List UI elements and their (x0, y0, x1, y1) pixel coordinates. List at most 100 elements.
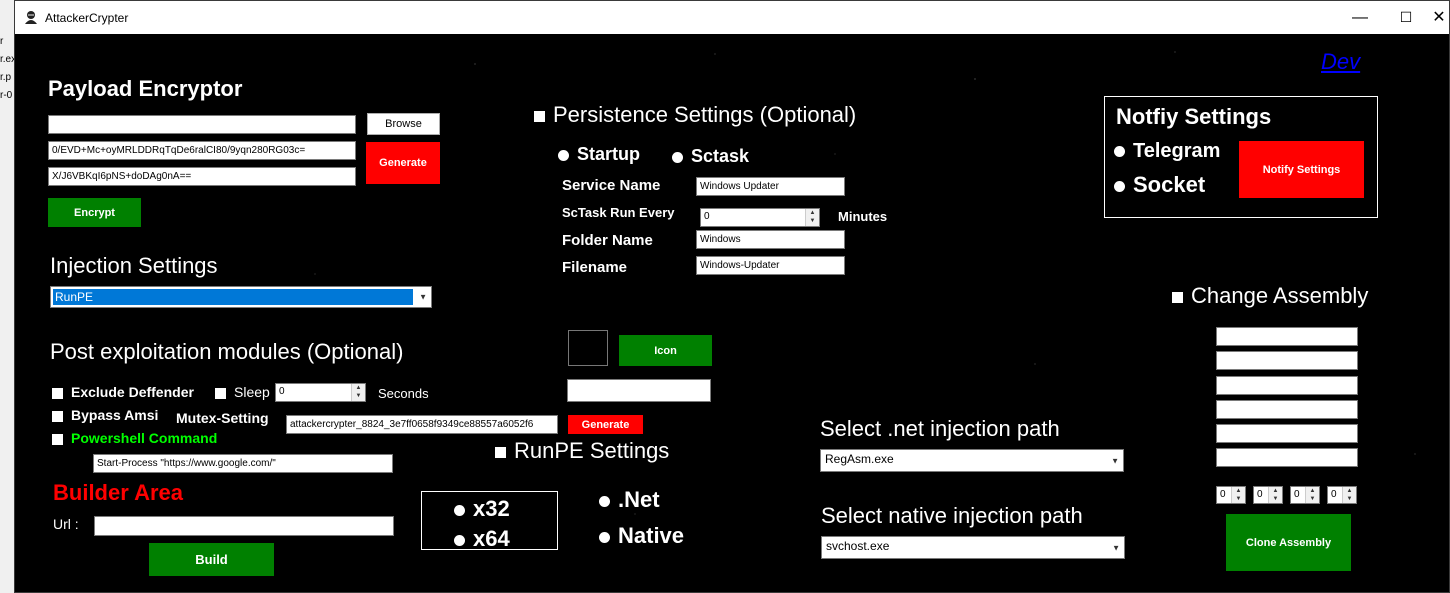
telegram-radio[interactable]: Telegram (1114, 140, 1220, 163)
powershell-checkbox[interactable]: Powershell Command (52, 430, 217, 446)
stepper-arrows-icon[interactable]: ▲ ▼ (351, 384, 365, 401)
persistence-checkbox[interactable]: Persistence Settings (Optional) (534, 102, 856, 128)
native-injection-path-select[interactable]: svchost.exe ▼ (821, 536, 1125, 559)
sleep-label: Sleep (234, 384, 270, 400)
x64-label: x64 (473, 526, 510, 551)
chevron-down-icon[interactable]: ▼ (419, 293, 427, 302)
persistence-heading: Persistence Settings (Optional) (553, 102, 857, 127)
injection-settings-heading: Injection Settings (50, 253, 218, 278)
stepper-arrows-icon[interactable]: ▲ ▼ (805, 209, 819, 226)
title-bar[interactable]: AttackerCrypter — ☐ ✕ (15, 1, 1449, 34)
chevron-down-icon[interactable]: ▼ (1112, 543, 1120, 552)
desktop-file-label[interactable]: r-0 (0, 87, 14, 105)
payload-encryptor-heading: Payload Encryptor (48, 76, 243, 101)
version-revision-stepper[interactable]: 0 ▲ ▼ (1327, 486, 1357, 504)
radio-icon (599, 495, 610, 507)
socket-radio[interactable]: Socket (1114, 172, 1205, 198)
icon-button[interactable]: Icon (619, 335, 712, 366)
native-label: Native (618, 523, 685, 548)
maximize-button[interactable]: ☐ (1383, 1, 1429, 34)
encryption-key-field[interactable]: 0/EVD+Mc+oyMRLDDRqTqDe6ralCI80/9yqn280RG… (48, 141, 356, 160)
sctask-radio[interactable]: Sctask (672, 146, 749, 167)
notify-settings-button[interactable]: Notify Settings (1239, 141, 1364, 198)
sctask-run-every-label: ScTask Run Every (562, 205, 675, 220)
radio-icon (558, 149, 569, 161)
radio-icon (599, 531, 610, 543)
payload-path-input[interactable] (48, 115, 356, 134)
desktop-background: r r.ex r.p r-0 (0, 33, 14, 123)
change-assembly-checkbox[interactable]: Change Assembly (1172, 283, 1368, 309)
encrypt-button[interactable]: Encrypt (48, 198, 141, 227)
close-button[interactable]: ✕ (1427, 1, 1449, 34)
mutex-generate-button[interactable]: Generate (568, 415, 643, 434)
bypass-amsi-checkbox[interactable]: Bypass Amsi (52, 407, 158, 423)
net-injection-path-heading: Select .net injection path (820, 416, 1060, 441)
injection-method-select[interactable]: RunPE ▼ (50, 286, 432, 308)
stepper-arrows-icon[interactable]: ▲ ▼ (1305, 487, 1319, 503)
post-exploitation-heading: Post exploitation modules (Optional) (50, 339, 404, 364)
powershell-label: Powershell Command (71, 430, 218, 446)
runpe-settings-checkbox[interactable]: RunPE Settings (495, 438, 669, 464)
x64-radio[interactable]: x64 (454, 526, 510, 552)
radio-icon (1114, 180, 1125, 192)
desktop-file-label[interactable]: r.ex (0, 51, 14, 69)
x32-radio[interactable]: x32 (454, 496, 510, 522)
native-radio[interactable]: Native (599, 523, 684, 549)
checkbox-icon (52, 410, 63, 422)
stepper-arrows-icon[interactable]: ▲ ▼ (1342, 487, 1356, 503)
assembly-copyright-input[interactable] (1216, 424, 1358, 443)
icon-preview (568, 330, 608, 366)
version-minor-stepper[interactable]: 0 ▲ ▼ (1253, 486, 1283, 504)
exclude-defender-label: Exclude Deffender (71, 384, 194, 400)
change-assembly-heading: Change Assembly (1191, 283, 1369, 308)
assembly-description-input[interactable] (1216, 351, 1358, 370)
desktop-file-label[interactable]: r.p (0, 69, 14, 87)
startup-radio[interactable]: Startup (558, 144, 640, 165)
stepper-arrows-icon[interactable]: ▲ ▼ (1231, 487, 1245, 503)
checkbox-icon (215, 387, 226, 399)
window-title: AttackerCrypter (45, 11, 129, 25)
clone-assembly-button[interactable]: Clone Assembly (1226, 514, 1351, 571)
build-button[interactable]: Build (149, 543, 274, 576)
stepper-arrows-icon[interactable]: ▲ ▼ (1268, 487, 1282, 503)
radio-icon (454, 534, 465, 546)
folder-name-input[interactable]: Windows (696, 230, 845, 249)
assembly-title-input[interactable] (1216, 327, 1358, 346)
generate-key-button[interactable]: Generate (366, 142, 440, 184)
chevron-down-icon[interactable]: ▼ (1111, 456, 1119, 465)
filename-input[interactable]: Windows-Updater (696, 256, 845, 275)
notify-settings-heading: Notfiy Settings (1116, 104, 1272, 129)
assembly-company-input[interactable] (1216, 376, 1358, 395)
icon-path-input[interactable] (567, 379, 711, 402)
encryption-iv-field[interactable]: X/J6VBKqI6pNS+doDAg0nA== (48, 167, 356, 186)
sleep-checkbox[interactable]: Sleep (215, 384, 270, 400)
url-input[interactable] (94, 516, 394, 536)
version-major-stepper[interactable]: 0 ▲ ▼ (1216, 486, 1246, 504)
hacker-icon (25, 11, 37, 24)
mutex-setting-label: Mutex-Setting (176, 410, 269, 426)
native-injection-path-heading: Select native injection path (821, 503, 1083, 528)
exclude-defender-checkbox[interactable]: Exclude Deffender (52, 384, 194, 400)
sctask-interval-stepper[interactable]: 0 ▲ ▼ (700, 208, 820, 227)
version-build-stepper[interactable]: 0 ▲ ▼ (1290, 486, 1320, 504)
version-revision-value: 0 (1331, 489, 1337, 500)
assembly-trademark-input[interactable] (1216, 448, 1358, 467)
mutex-input[interactable]: attackercrypter_8824_3e7ff0658f9349ce885… (286, 415, 558, 434)
version-major-value: 0 (1220, 489, 1226, 500)
injection-method-value: RunPE (53, 289, 413, 305)
folder-name-label: Folder Name (562, 232, 653, 249)
net-radio[interactable]: .Net (599, 487, 660, 513)
x32-label: x32 (473, 496, 510, 521)
minimize-button[interactable]: — (1337, 1, 1383, 34)
dev-link[interactable]: Dev (1321, 49, 1360, 75)
assembly-product-input[interactable] (1216, 400, 1358, 419)
radio-icon (672, 151, 683, 163)
sleep-seconds-stepper[interactable]: 0 ▲ ▼ (275, 383, 366, 402)
net-injection-path-select[interactable]: RegAsm.exe ▼ (820, 449, 1124, 472)
desktop-file-label[interactable]: r (0, 33, 14, 51)
seconds-label: Seconds (378, 386, 429, 401)
powershell-command-input[interactable]: Start-Process "https://www.google.com/" (93, 454, 393, 473)
browse-button[interactable]: Browse (367, 113, 440, 135)
bypass-amsi-label: Bypass Amsi (71, 407, 159, 423)
service-name-input[interactable]: Windows Updater (696, 177, 845, 196)
